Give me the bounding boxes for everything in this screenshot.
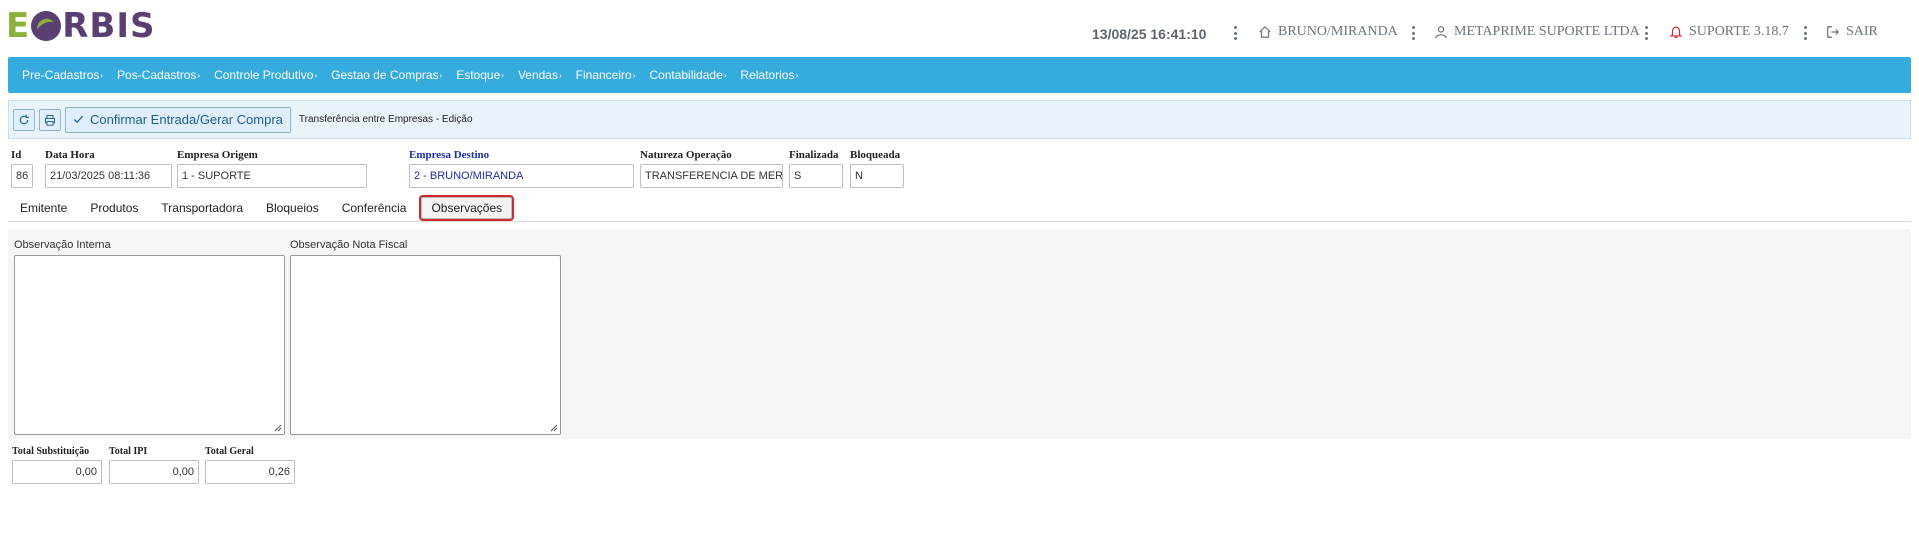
tab-conferencia[interactable]: Conferência xyxy=(332,195,417,221)
user-icon xyxy=(1435,26,1447,39)
menu-financeiro[interactable]: Financeiro› xyxy=(576,68,636,82)
caret-right-icon: › xyxy=(795,71,799,80)
tab-observacoes[interactable]: Observações xyxy=(419,195,515,221)
caret-right-icon: › xyxy=(632,71,636,80)
total-geral-field[interactable]: 0,26 xyxy=(205,460,295,484)
menu-contabilidade[interactable]: Contabilidade› xyxy=(649,68,726,82)
action-toolbar: Confirmar Entrada/Gerar Compra Transferê… xyxy=(8,100,1911,139)
datahora-label: Data Hora xyxy=(45,149,95,161)
menu-label: Pos-Cadastros xyxy=(117,68,197,82)
caret-right-icon: › xyxy=(197,71,201,80)
caret-right-icon: › xyxy=(439,71,443,80)
empresa-destino-label: Empresa Destino xyxy=(409,149,490,161)
bloqueada-field[interactable]: N xyxy=(850,164,904,188)
total-substituicao-label: Total Substituição xyxy=(12,446,90,457)
empresa-origem-label: Empresa Origem xyxy=(177,149,258,161)
observacao-nota-fiscal-label: Observação Nota Fiscal xyxy=(290,239,408,251)
finalizada-field[interactable]: S xyxy=(789,164,843,188)
kebab-menu-icon[interactable] xyxy=(1233,26,1237,40)
caret-right-icon: › xyxy=(723,71,727,80)
menu-label: Relatorios xyxy=(740,68,795,82)
menu-pre-cadastros[interactable]: Pre-Cadastros› xyxy=(22,68,103,82)
observacao-nota-fiscal-textarea[interactable] xyxy=(290,255,561,435)
confirm-entry-label: Confirmar Entrada/Gerar Compra xyxy=(90,112,283,127)
id-field[interactable]: 86 xyxy=(11,164,33,188)
confirm-entry-button[interactable]: Confirmar Entrada/Gerar Compra xyxy=(65,106,291,133)
menu-relatorios[interactable]: Relatorios› xyxy=(740,68,798,82)
menu-label: Estoque xyxy=(456,68,501,82)
menu-gestao-de-compras[interactable]: Gestao de Compras› xyxy=(331,68,442,82)
logo-text: RBIS xyxy=(62,6,156,46)
menu-controle-produtivo[interactable]: Controle Produtivo› xyxy=(214,68,317,82)
menu-label: Contabilidade xyxy=(649,68,723,82)
logo-letter-e: E xyxy=(6,6,31,46)
resize-grip-icon[interactable] xyxy=(274,424,282,432)
tab-emitente[interactable]: Emitente xyxy=(10,195,77,221)
empresa-destino-field[interactable]: 2 - BRUNO/MIRANDA xyxy=(409,164,634,188)
support-notifications[interactable]: SUPORTE 3.18.7 xyxy=(1669,24,1789,40)
total-substituicao-field[interactable]: 0,00 xyxy=(12,460,102,484)
total-ipi-field[interactable]: 0,00 xyxy=(109,460,199,484)
menu-label: Pre-Cadastros xyxy=(22,68,100,82)
observacao-interna-label: Observação Interna xyxy=(14,239,111,251)
branch-selector[interactable]: BRUNO/MIRANDA xyxy=(1258,24,1398,40)
header-datetime: 13/08/25 16:41:10 xyxy=(1092,26,1207,42)
top-header: E RBIS 13/08/25 16:41:10 BRUNO/MIRANDA M… xyxy=(0,0,1919,52)
refresh-icon xyxy=(19,114,29,124)
total-ipi-label: Total IPI xyxy=(109,446,148,457)
tab-transportadora[interactable]: Transportadora xyxy=(151,195,253,221)
logout-button[interactable]: SAIR xyxy=(1826,24,1878,40)
home-icon xyxy=(1259,25,1271,38)
kebab-menu-icon[interactable] xyxy=(1803,26,1807,40)
logo-globe-icon xyxy=(31,11,62,41)
caret-right-icon: › xyxy=(100,71,104,80)
kebab-menu-icon[interactable] xyxy=(1644,26,1648,40)
total-geral-label: Total Geral xyxy=(205,446,254,457)
bell-icon xyxy=(1669,26,1683,38)
tab-bloqueios[interactable]: Bloqueios xyxy=(256,195,329,221)
menu-label: Vendas xyxy=(517,68,558,82)
kebab-menu-icon[interactable] xyxy=(1411,26,1415,40)
menu-pos-cadastros[interactable]: Pos-Cadastros› xyxy=(117,68,200,82)
support-version-label: SUPORTE 3.18.7 xyxy=(1689,24,1789,39)
menu-label: Gestao de Compras xyxy=(331,68,439,82)
menu-label: Controle Produtivo xyxy=(214,68,314,82)
caret-right-icon: › xyxy=(501,71,504,80)
finalizada-label: Finalizada xyxy=(789,149,839,161)
resize-grip-icon[interactable] xyxy=(550,424,558,432)
observacao-interna-textarea[interactable] xyxy=(14,255,285,435)
company-label: METAPRIME SUPORTE LTDA xyxy=(1454,24,1640,39)
logout-icon xyxy=(1827,26,1840,38)
id-label: Id xyxy=(11,149,22,161)
empresa-origem-field[interactable]: 1 - SUPORTE xyxy=(177,164,367,188)
caret-right-icon: › xyxy=(314,71,318,80)
caret-right-icon: › xyxy=(558,71,562,80)
print-button[interactable] xyxy=(39,108,61,131)
menu-vendas[interactable]: Vendas› xyxy=(518,68,562,82)
company-selector[interactable]: METAPRIME SUPORTE LTDA xyxy=(1434,24,1640,40)
main-menubar: Pre-Cadastros› Pos-Cadastros› Controle P… xyxy=(8,57,1911,93)
tab-produtos[interactable]: Produtos xyxy=(80,195,148,221)
branch-label: BRUNO/MIRANDA xyxy=(1278,24,1398,39)
datahora-field[interactable]: 21/03/2025 08:11:36 xyxy=(45,164,172,188)
natureza-operacao-field[interactable]: TRANSFERENCIA DE MERCADORIA xyxy=(640,164,783,188)
bloqueada-label: Bloqueada xyxy=(850,149,901,161)
check-icon xyxy=(73,115,84,124)
menu-label: Financeiro xyxy=(575,68,632,82)
logout-label: SAIR xyxy=(1846,24,1878,39)
natureza-operacao-label: Natureza Operação xyxy=(640,149,732,161)
refresh-button[interactable] xyxy=(13,108,35,131)
page-title: Transferência entre Empresas - Edição xyxy=(298,114,473,125)
print-icon xyxy=(44,114,56,126)
menu-estoque[interactable]: Estoque› xyxy=(456,68,504,82)
tab-divider xyxy=(8,221,1911,222)
orbis-logo[interactable]: E RBIS xyxy=(6,6,156,46)
tab-bar: Emitente Produtos Transportadora Bloquei… xyxy=(10,195,517,221)
